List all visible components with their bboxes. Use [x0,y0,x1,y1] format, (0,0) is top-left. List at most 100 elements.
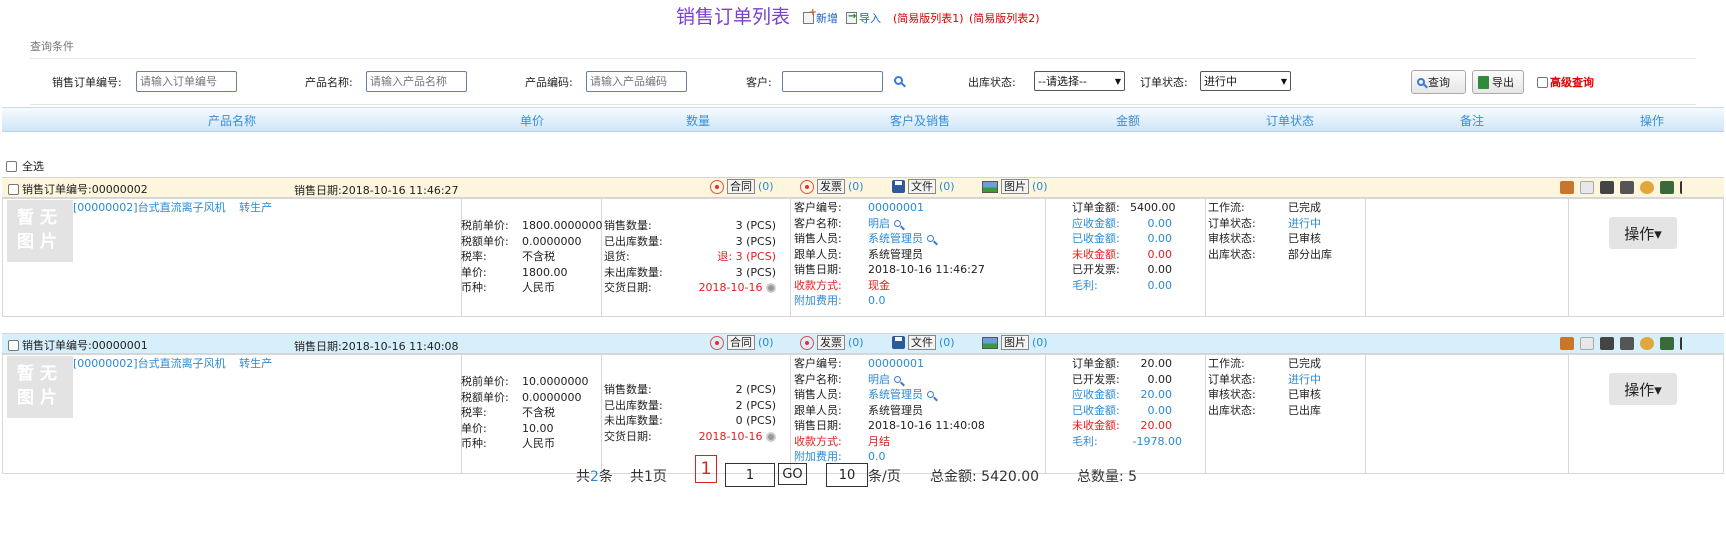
contract-attachment[interactable]: 合同 (0) [710,335,774,350]
simple-list1-link[interactable]: (简易版列表1) [893,10,964,26]
to-production-link[interactable]: 转生产 [239,357,272,370]
tax-price: 0.0000000 [522,390,582,404]
label: 审核状态: [1208,388,1256,401]
current-page[interactable]: 1 [695,455,717,483]
file-count: (0) [939,180,955,193]
print-icon[interactable] [1600,337,1614,350]
operation-menu-button[interactable]: 操作▾ [1609,373,1677,405]
unit-price: 10.00 [522,421,554,435]
copy-icon[interactable] [1580,337,1594,350]
file-label: 文件 [908,179,936,194]
product-link[interactable]: [00000002]台式直流离子风机 [73,201,226,214]
product-link[interactable]: [00000002]台式直流离子风机 [73,357,226,370]
to-production-link[interactable]: 转生产 [239,201,272,214]
order-checkbox[interactable] [8,183,19,195]
label: 订单状态: [1208,216,1256,230]
order-select[interactable]: 销售订单编号:00000002 [8,181,148,197]
image-attachment[interactable]: 图片 (0) [982,179,1048,194]
label: 已出库数量: [604,398,663,412]
gear-icon[interactable] [766,283,776,293]
settings-icon[interactable] [1640,181,1654,194]
export-button-label: 导出 [1492,76,1514,89]
gear-icon[interactable] [766,431,776,442]
import-link[interactable]: 导入 [846,10,881,26]
invoice-label: 发票 [817,179,845,194]
import-icon [846,11,857,24]
shipped-qty: 2 (PCS) [735,398,776,412]
lock-icon[interactable] [1560,337,1574,350]
customer-code[interactable]: 00000001 [868,357,924,370]
search-icon[interactable] [926,235,934,242]
list-icon[interactable] [1620,181,1634,194]
printer-icon[interactable] [1660,337,1674,350]
order-select[interactable]: 销售订单编号:00000001 [8,337,148,353]
page-number-input[interactable]: 1 [725,463,775,487]
operation-menu-button[interactable]: 操作▾ [1609,217,1677,249]
image-attachment[interactable]: 图片 (0) [982,335,1048,350]
order-status-select[interactable]: 进行中 ▼ [1200,71,1291,91]
contract-icon [710,179,724,194]
product-name[interactable]: [00000002]台式直流离子风机 转生产 [73,356,272,372]
customer-cell: 客户编号: 00000001 客户名称: 明启 销售人员: 系统管理员 跟单人员: 系统… [794,356,985,465]
delivery-date: 2018-10-16 [698,281,763,294]
sale-datetime: 2018-10-16 11:46:27 [868,263,985,276]
product-code-input[interactable] [586,71,687,92]
label: 已开发票: [1072,372,1120,386]
col-order-status: 订单状态 [1266,114,1315,128]
file-attachment[interactable]: 文件 (0) [892,179,955,194]
label: 出库状态: [1208,403,1256,417]
customer-code[interactable]: 00000001 [868,201,924,214]
import-label: 导入 [859,12,881,25]
lock-icon[interactable] [1560,181,1574,194]
customer-input[interactable] [782,71,883,92]
add-link[interactable]: 新增 [803,7,838,26]
label: 未出库数量: [604,414,663,427]
pre-tax-price: 1800.0000000 [522,219,603,232]
print-icon[interactable] [1600,181,1614,194]
label: 客户名称: [794,372,842,386]
follow-up-person: 系统管理员 [868,403,923,417]
contract-attachment[interactable]: 合同 (0) [710,179,774,194]
order-sale-date: 销售日期:2018-10-16 11:40:08 [294,340,459,353]
salesperson[interactable]: 系统管理员 [868,388,923,401]
advanced-query-checkbox[interactable] [1537,76,1548,88]
copy-icon[interactable] [1580,181,1594,194]
file-attachment[interactable]: 文件 (0) [892,335,955,350]
settings-icon[interactable] [1640,337,1654,350]
order-no-input[interactable] [136,71,237,92]
export-button[interactable]: 导出 [1472,70,1524,94]
simple-list2-link[interactable]: (简易版列表2) [969,10,1040,26]
order-no-label: 销售订单编号: [52,76,122,89]
product-name-input[interactable] [366,71,467,92]
go-button[interactable]: GO [778,463,807,485]
flag-icon[interactable] [1680,337,1694,350]
search-icon[interactable] [893,375,901,383]
page-size-input[interactable]: 10 [826,463,868,487]
order-checkbox[interactable] [8,339,19,351]
gross-profit: -1978.00 [1132,434,1182,448]
printer-icon[interactable] [1660,181,1674,194]
sale-qty: 2 (PCS) [735,383,776,396]
search-icon[interactable] [893,219,901,227]
select-all[interactable]: 全选 [6,158,44,174]
image-label: 图片 [1001,179,1029,194]
shipped-qty: 3 (PCS) [735,234,776,248]
salesperson[interactable]: 系统管理员 [868,232,923,245]
customer-name[interactable]: 明启 [868,373,890,386]
label: 税率: [461,250,487,263]
select-all-checkbox[interactable] [6,160,17,172]
advanced-query-toggle[interactable]: 高级查询 [1537,74,1594,90]
product-name[interactable]: [00000002]台式直流离子风机 转生产 [73,200,272,216]
label: 销售数量: [604,219,652,232]
customer-name[interactable]: 明启 [868,217,890,230]
invoice-attachment[interactable]: 发票 (0) [800,179,864,194]
stock-status-select[interactable]: --请选择-- ▼ [1034,71,1125,91]
customer-search-icon[interactable] [894,76,903,85]
label: 已出库数量: [604,234,663,248]
search-icon[interactable] [926,391,934,398]
list-icon[interactable] [1620,337,1634,350]
flag-icon[interactable] [1680,181,1694,194]
search-button[interactable]: 查询 [1411,70,1466,94]
invoice-attachment[interactable]: 发票 (0) [800,335,864,350]
col-actions: 操作 [1640,114,1665,128]
